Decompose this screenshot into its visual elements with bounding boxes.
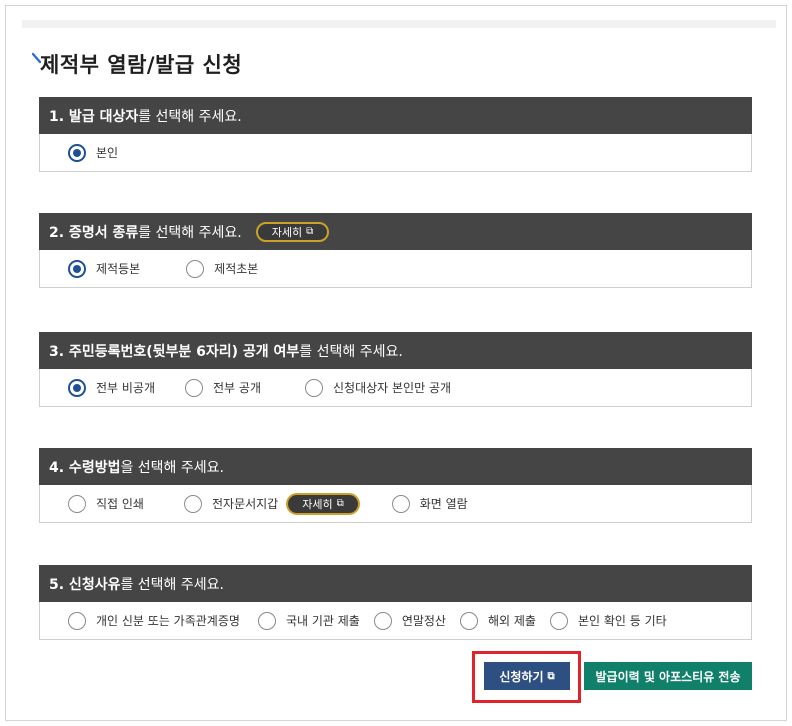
detail-button[interactable]: 자세히 ⧉ [255,221,330,242]
option-self-only-public[interactable]: 신청대상자 본인만 공개 [305,378,452,397]
section-header: 2. 증명서 종류 를 선택해 주세요. 자세히 ⧉ [39,213,752,250]
radio-button[interactable] [68,259,86,278]
option-identity-other[interactable]: 본인 확인 등 기타 [549,611,667,630]
top-divider [22,20,776,28]
send-label: 발급이력 및 아포스티유 전송 [595,669,741,684]
option-family-relation[interactable]: 개인 신분 또는 가족관계증명 [68,611,240,630]
section-title: 5. 신청사유 [49,576,121,593]
section-application-reason: 5. 신청사유 를 선택해 주세요. 개인 신분 또는 가족관계증명 국내 기관… [39,565,752,640]
section-header: 5. 신청사유 를 선택해 주세요. [39,565,752,602]
section-instruction: 를 선택해 주세요. [138,224,242,241]
option-label: 화면 열람 [419,497,468,511]
section-instruction: 을 선택해 주세요. [120,459,224,476]
page-title: 제적부 열람/발급 신청 [40,53,243,77]
option-label: 연말정산 [401,614,446,628]
option-label: 전자문서지갑 [211,497,279,511]
option-full-copy[interactable]: 제적등본 [68,259,141,278]
option-label: 신청대상자 본인만 공개 [333,381,452,395]
option-label: 본인 [96,146,119,160]
detail-label: 자세히 [302,497,333,511]
option-label: 전부 공개 [213,381,261,395]
section-instruction: 를 선택해 주세요. [120,576,224,593]
section-header: 4. 수령방법 을 선택해 주세요. [39,448,752,485]
send-apostille-button[interactable]: 발급이력 및 아포스티유 전송 [584,662,752,690]
radio-button[interactable] [459,611,478,630]
external-link-icon: ⧉ [306,226,314,237]
radio-button[interactable] [185,378,204,397]
apply-button[interactable]: 신청하기 ⧉ [484,662,570,690]
option-label: 제적초본 [214,262,259,276]
radio-button[interactable] [257,611,276,630]
section-title: 3. 주민등록번호(뒷부분 6자리) 공개 여부 [49,343,300,360]
option-all-public[interactable]: 전부 공개 [185,378,261,397]
radio-button[interactable] [68,143,86,162]
option-year-end-tax[interactable]: 연말정산 [373,611,446,630]
radio-button[interactable] [373,611,392,630]
option-label: 개인 신분 또는 가족관계증명 [96,614,240,628]
option-label: 전부 비공개 [96,381,156,395]
option-row: 개인 신분 또는 가족관계증명 국내 기관 제출 연말정산 해외 제출 본인 확… [39,602,752,640]
radio-button[interactable] [183,494,202,513]
radio-button[interactable] [68,378,86,397]
option-self[interactable]: 본인 [68,143,119,162]
option-row: 본인 [39,134,752,172]
option-e-wallet[interactable]: 전자문서지갑 [183,494,279,513]
option-all-private[interactable]: 전부 비공개 [68,378,156,397]
section-title: 4. 수령방법 [49,459,121,476]
radio-button[interactable] [68,611,86,630]
section-instruction: 를 선택해 주세요. [138,108,242,125]
option-abstract-copy[interactable]: 제적초본 [186,259,259,278]
section-header: 3. 주민등록번호(뒷부분 6자리) 공개 여부 를 선택해 주세요. [39,332,752,369]
option-screen-view[interactable]: 화면 열람 [391,494,468,513]
section-instruction: 를 선택해 주세요. [299,343,403,360]
option-row: 제적등본 제적초본 [39,250,752,288]
section-header: 1. 발급 대상자 를 선택해 주세요. [39,97,752,134]
section-title: 1. 발급 대상자 [49,108,139,125]
option-label: 국내 기관 제출 [285,614,360,628]
radio-button[interactable] [391,494,410,513]
detail-button[interactable]: 자세히 ⧉ [286,492,360,515]
option-label: 본인 확인 등 기타 [577,614,667,628]
option-row: 직접 인쇄 전자문서지갑 자세히 ⧉ 화면 열람 [39,485,752,523]
radio-button[interactable] [68,494,86,513]
radio-button[interactable] [186,259,205,278]
option-label: 해외 제출 [487,614,536,628]
option-domestic-submission[interactable]: 국내 기관 제출 [257,611,360,630]
radio-button[interactable] [549,611,568,630]
apply-label: 신청하기 [499,669,544,684]
section-title: 2. 증명서 종류 [49,224,139,241]
option-label: 직접 인쇄 [96,497,144,511]
detail-label: 자세히 [271,225,303,239]
section-id-disclosure: 3. 주민등록번호(뒷부분 6자리) 공개 여부 를 선택해 주세요. 전부 비… [39,332,752,407]
section-receipt-method: 4. 수령방법 을 선택해 주세요. 직접 인쇄 전자문서지갑 자세히 ⧉ 화면… [39,448,752,523]
section-certificate-type: 2. 증명서 종류 를 선택해 주세요. 자세히 ⧉ 제적등본 제적초본 [39,213,752,288]
radio-button[interactable] [305,378,323,397]
option-direct-print[interactable]: 직접 인쇄 [68,494,144,513]
option-overseas-submission[interactable]: 해외 제출 [459,611,536,630]
external-link-icon: ⧉ [336,498,344,509]
external-link-icon: ⧉ [547,670,555,682]
option-label: 제적등본 [96,262,141,276]
option-row: 전부 비공개 전부 공개 신청대상자 본인만 공개 [39,369,752,407]
section-issue-target: 1. 발급 대상자 를 선택해 주세요. 본인 [39,97,752,172]
